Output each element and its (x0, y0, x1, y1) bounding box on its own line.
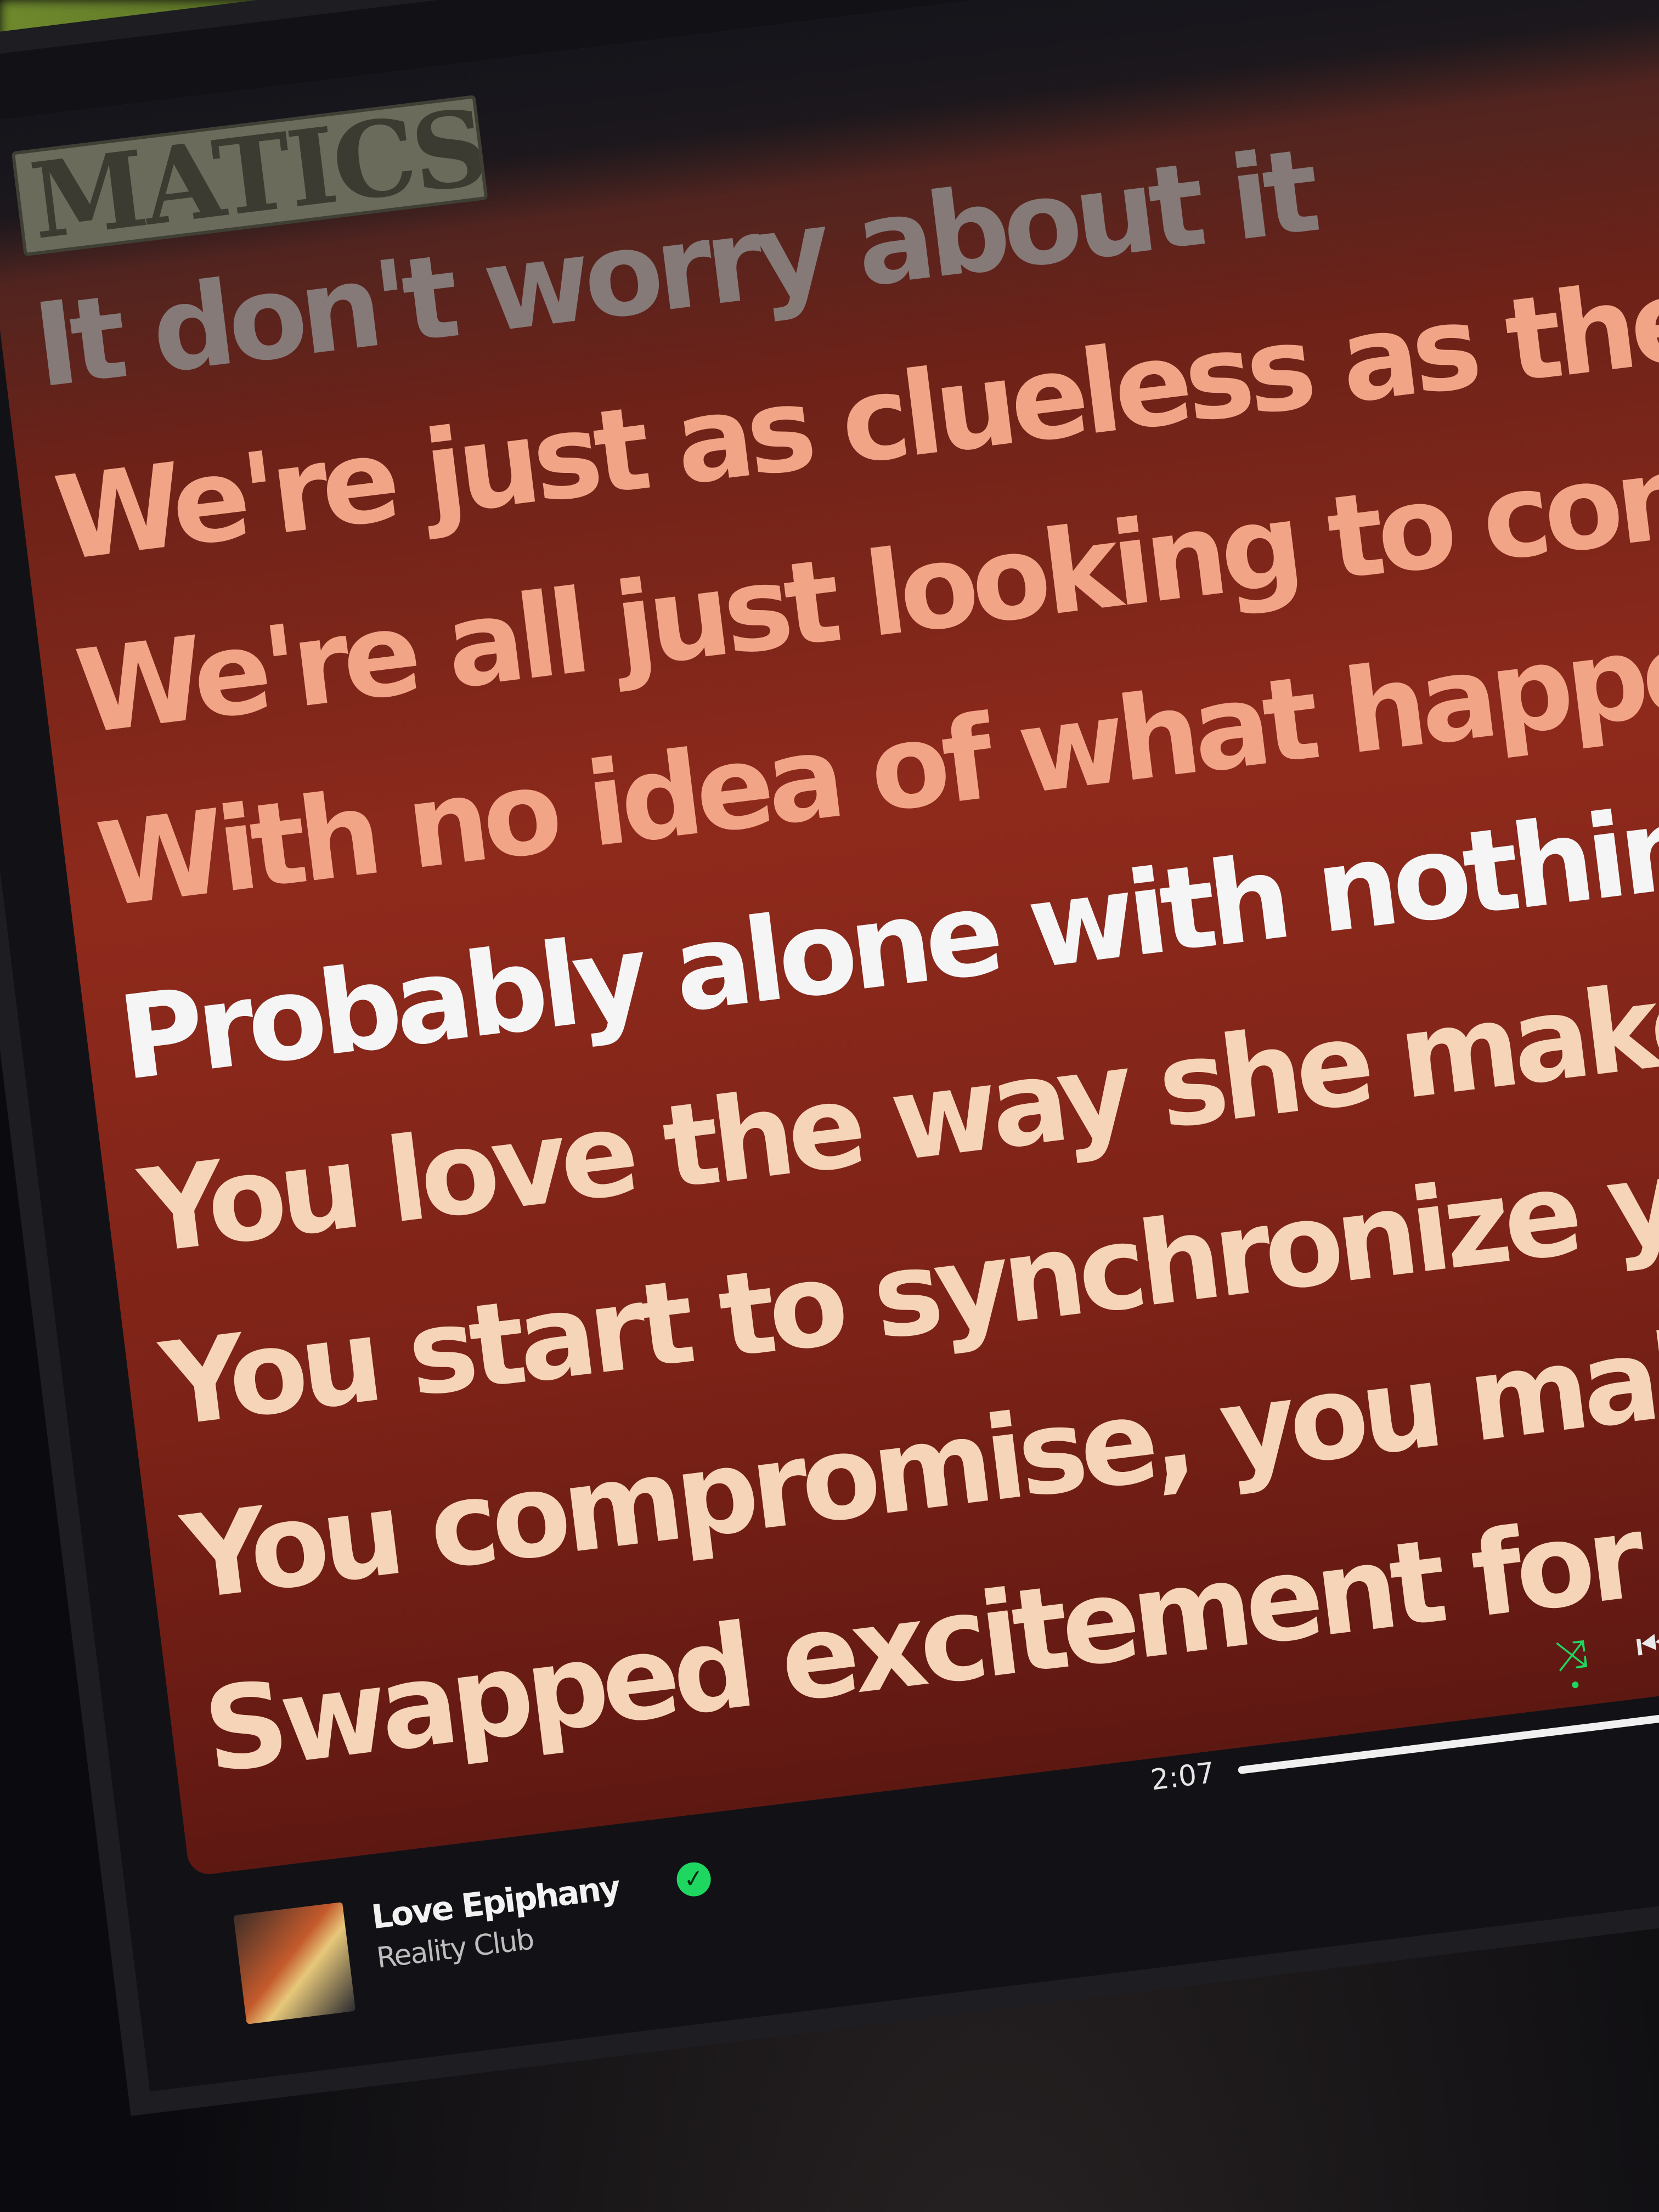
photo-stage: MATICS It don't worry about it We're jus… (0, 0, 1659, 2212)
lyrics-list: It don't worry about it We're just as cl… (25, 47, 1659, 1819)
lyrics-panel: MATICS It don't worry about it We're jus… (0, 0, 1659, 1877)
monitor-screen: MATICS It don't worry about it We're jus… (0, 0, 1659, 2092)
album-cover[interactable] (233, 1901, 356, 2024)
shuffle-icon[interactable]: ⤨ (1553, 1629, 1590, 1679)
current-time: 2:07 (1149, 1756, 1217, 1797)
liked-check-icon[interactable]: ✓ (675, 1860, 713, 1899)
previous-icon[interactable]: ⏮ (1633, 1620, 1659, 1669)
track-title[interactable]: Love Epiphany (370, 1869, 622, 1937)
